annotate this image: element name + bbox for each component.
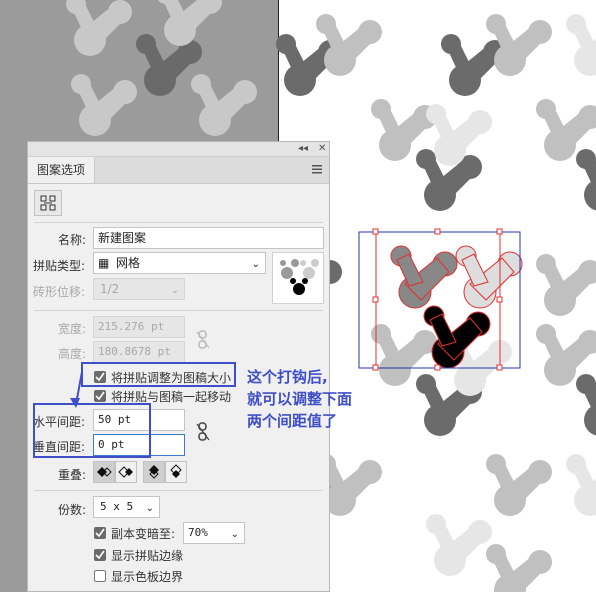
dim-copies-select[interactable]: 70% ⌄ [183, 522, 245, 544]
close-icon[interactable]: ✕ [318, 142, 326, 156]
copies-label: 份数: [58, 503, 87, 517]
overlap-bottom-front-button[interactable] [165, 461, 187, 483]
height-label: 高度: [58, 347, 87, 361]
pattern-swatch-preview [272, 252, 324, 304]
copies-select[interactable]: 5 x 5 ⌄ [93, 496, 160, 518]
chevron-down-icon: ⌄ [170, 285, 179, 296]
width-input[interactable]: 215.276 pt [93, 316, 185, 338]
chevron-down-icon: ⌄ [145, 503, 154, 514]
show-tile-edge-label: 显示拼贴边缘 [111, 549, 184, 563]
tile-type-label: 拼贴类型: [33, 259, 86, 273]
move-tile-checkbox[interactable] [94, 390, 106, 402]
copies-value: 5 x 5 [100, 500, 134, 513]
divider [34, 490, 323, 491]
show-tile-edge-checkbox[interactable] [94, 549, 106, 561]
name-input[interactable]: 新建图案 [93, 227, 324, 249]
height-input[interactable]: 180.8678 pt [93, 341, 185, 363]
annotation-text-line2: 就可以调整下面 [247, 390, 353, 408]
dim-copies-value: 70% [188, 526, 208, 539]
panel-menu-icon[interactable] [311, 163, 323, 175]
annotation-text-line3: 两个间距值了 [247, 412, 338, 430]
overlap-left-front-button[interactable] [93, 461, 115, 483]
overlap-right-front-button[interactable] [115, 461, 137, 483]
brick-offset-value: 1/2 [100, 282, 120, 296]
dim-copies-label: 副本变暗至: [111, 527, 176, 541]
overlap-label: 重叠: [58, 468, 87, 482]
chevron-down-icon: ⌄ [251, 259, 260, 270]
tile-tool-button[interactable] [34, 190, 62, 216]
tile-type-value: 网格 [116, 256, 141, 270]
tile-type-select[interactable]: ▦ 网格 ⌄ [93, 252, 266, 274]
annotation-box-spacing [33, 403, 151, 458]
link-icon[interactable] [195, 422, 211, 442]
tab-pattern-options[interactable]: 图案选项 [28, 157, 95, 183]
width-label: 宽度: [58, 322, 87, 336]
show-swatch-bounds-label: 显示色板边界 [111, 570, 184, 584]
divider [34, 222, 323, 223]
annotation-box-checkbox [81, 362, 236, 387]
panel-topbar: ◂◂ ✕ [28, 142, 329, 157]
brick-offset-label: 砖形位移: [33, 285, 86, 299]
brick-offset-select[interactable]: 1/2 ⌄ [93, 278, 185, 300]
annotation-text-line1: 这个打钩后, [247, 368, 328, 386]
overlap-top-front-button[interactable] [143, 461, 165, 483]
grid-icon: ▦ [98, 256, 110, 270]
name-label: 名称: [58, 233, 87, 247]
link-icon[interactable] [195, 330, 211, 350]
dim-copies-checkbox[interactable] [94, 527, 106, 539]
tile-tool-icon [40, 195, 56, 211]
show-swatch-bounds-checkbox[interactable] [94, 570, 106, 582]
collapse-icon[interactable]: ◂◂ [298, 142, 308, 156]
chevron-down-icon: ⌄ [230, 529, 239, 540]
annotation-arrow [70, 371, 83, 408]
divider [34, 310, 323, 311]
panel-tabrow: 图案选项 [28, 157, 329, 184]
